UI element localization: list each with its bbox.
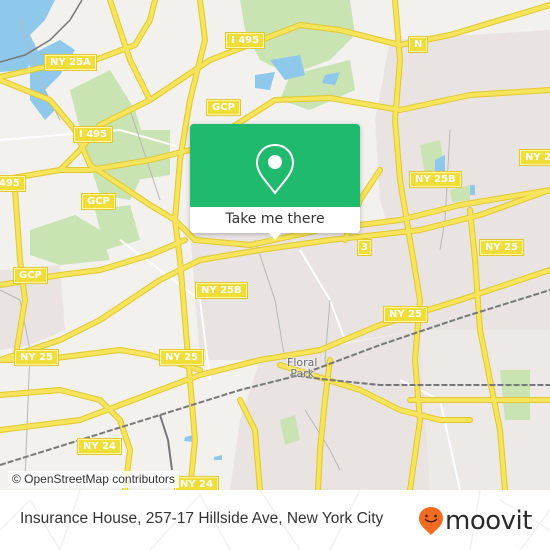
road-shield-ny25: NY 25 <box>158 349 205 366</box>
road-shield-ny25: NY 25 <box>382 306 429 323</box>
moovit-logo[interactable]: moovit <box>418 506 532 536</box>
location-popup: Take me there <box>190 124 360 240</box>
road-shield-ny25: NY 25 <box>478 239 525 256</box>
road-shield-ny24: NY 24 <box>173 476 220 490</box>
road-shield-i495: I 495 <box>224 32 266 49</box>
location-title: Insurance House, 257-17 Hillside Ave, Ne… <box>20 510 384 527</box>
road-shield-ny25b: NY 25B <box>409 171 462 188</box>
map-base-layer <box>0 0 550 490</box>
place-label-line: Park <box>290 367 315 380</box>
popup-header <box>190 124 360 207</box>
road-shield-ny25: NY 25 <box>13 349 60 366</box>
road-shield-n: N <box>407 36 429 53</box>
map-attribution[interactable]: © OpenStreetMap contributors <box>8 471 179 488</box>
road-shield-ny25b: 3 <box>357 239 372 256</box>
map-pin-icon <box>255 143 295 195</box>
road-shield-gcp: GCP <box>81 193 116 210</box>
road-shield-ny24: NY 24 <box>76 438 123 455</box>
road-shield-gcp: GCP <box>13 267 48 284</box>
road-shield-i495: 495 <box>0 175 26 192</box>
take-me-there-button[interactable]: Take me there <box>190 207 360 233</box>
footer-bar: Insurance House, 257-17 Hillside Ave, Ne… <box>0 490 550 550</box>
road-shield-ny25b: NY 25B <box>195 282 248 299</box>
road-shield-ny25a: NY 25A <box>44 54 97 71</box>
moovit-wordmark: moovit <box>445 506 532 536</box>
popup-pointer <box>268 232 282 240</box>
road-shield-gcp: GCP <box>206 99 241 116</box>
map-view[interactable]: NY 25A I 495 I 495 495 N GCP GCP GCP NY … <box>0 0 550 490</box>
moovit-smile-pin-icon <box>419 507 443 535</box>
place-label-floral-park: Floral Park <box>287 357 317 379</box>
road-shield-ny25: NY 25 <box>518 149 550 166</box>
road-shield-i495: I 495 <box>72 126 114 143</box>
